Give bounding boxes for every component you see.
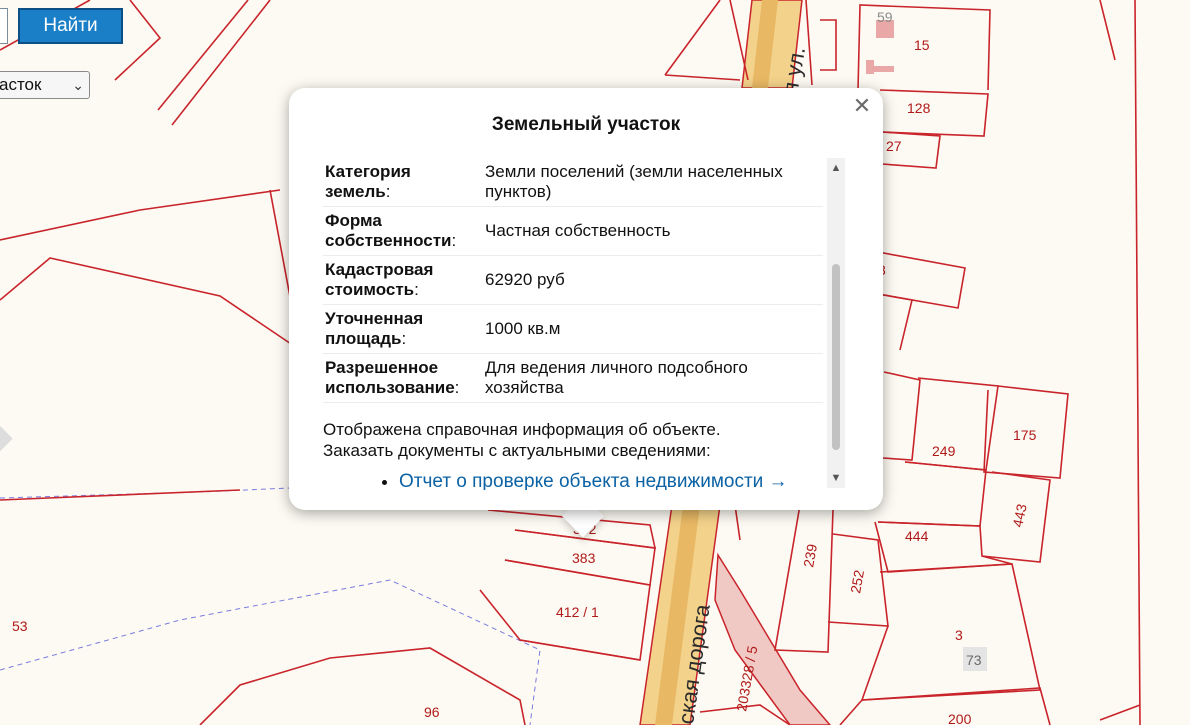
attribute-value: Земли поселений (земли населенных пункто…: [481, 158, 823, 207]
parcel-label: 96: [424, 704, 440, 720]
parcel-label: 200: [948, 711, 972, 725]
table-row: Кадастровая стоимость: 62920 руб: [323, 255, 823, 305]
attribute-value: 62920 руб: [481, 255, 823, 305]
parcel-label: 383: [572, 550, 596, 566]
scrollbar-thumb[interactable]: [832, 264, 840, 450]
info-line: Заказать документы с актуальными сведени…: [323, 441, 711, 460]
parcel-label: 128: [907, 100, 931, 116]
attributes-table: Категория земель: Земли поселений (земли…: [323, 158, 823, 403]
parcel-label: 444: [905, 528, 929, 544]
parcel-label: 175: [1013, 427, 1037, 443]
object-type-select[interactable]: асток ⌄: [0, 71, 90, 99]
search-input[interactable]: [0, 8, 8, 44]
parcel-label: 15: [914, 37, 930, 53]
parcel-info-popup: ✕ Земельный участок Категория земель: Зе…: [289, 88, 883, 510]
attribute-key: Уточненная площадь:: [323, 304, 481, 354]
parcel-label: 59: [877, 9, 893, 25]
attribute-key: Кадастровая стоимость:: [323, 255, 481, 305]
links-list: Отчет о проверке объекта недвижимости →: [323, 471, 823, 490]
parcel-label: 73: [966, 652, 982, 668]
attribute-key: Форма собственности:: [323, 206, 481, 256]
attribute-value: Для ведения личного подсобного хозяйства: [481, 353, 823, 403]
scroll-up-icon[interactable]: ▲: [827, 160, 845, 176]
parcel-label: 412 / 1: [556, 604, 599, 620]
info-text: Отображена справочная информация об объе…: [323, 419, 823, 461]
attribute-value: Частная собственность: [481, 206, 823, 256]
parcel-label: 27: [886, 138, 902, 154]
report-link[interactable]: Отчет о проверке объекта недвижимости →: [399, 471, 788, 490]
scrollbar[interactable]: ▲ ▼: [827, 158, 845, 488]
table-row: Уточненная площадь: 1000 кв.м: [323, 304, 823, 354]
parcel-label: 3: [955, 627, 963, 643]
popup-title: Земельный участок: [491, 114, 681, 135]
table-row: Форма собственности: Частная собственнос…: [323, 206, 823, 256]
attribute-key: Категория земель:: [323, 158, 481, 207]
info-line: Отображена справочная информация об объе…: [323, 420, 721, 439]
scroll-down-icon[interactable]: ▼: [827, 470, 845, 486]
popup-body[interactable]: Категория земель: Земли поселений (земли…: [323, 158, 823, 490]
building: [872, 66, 894, 72]
table-row: Категория земель: Земли поселений (земли…: [323, 158, 823, 207]
table-row: Разрешенное использование: Для ведения л…: [323, 353, 823, 403]
attribute-key: Разрешенное использование:: [323, 353, 481, 403]
list-item: Отчет о проверке объекта недвижимости →: [399, 471, 823, 490]
parcel-label: 53: [12, 618, 28, 634]
object-type-selected: асток: [0, 75, 42, 94]
attribute-value: 1000 кв.м: [481, 304, 823, 354]
chevron-down-icon: ⌄: [72, 77, 84, 93]
search-button[interactable]: Найти: [18, 8, 123, 44]
parcel-label: 249: [932, 443, 956, 459]
